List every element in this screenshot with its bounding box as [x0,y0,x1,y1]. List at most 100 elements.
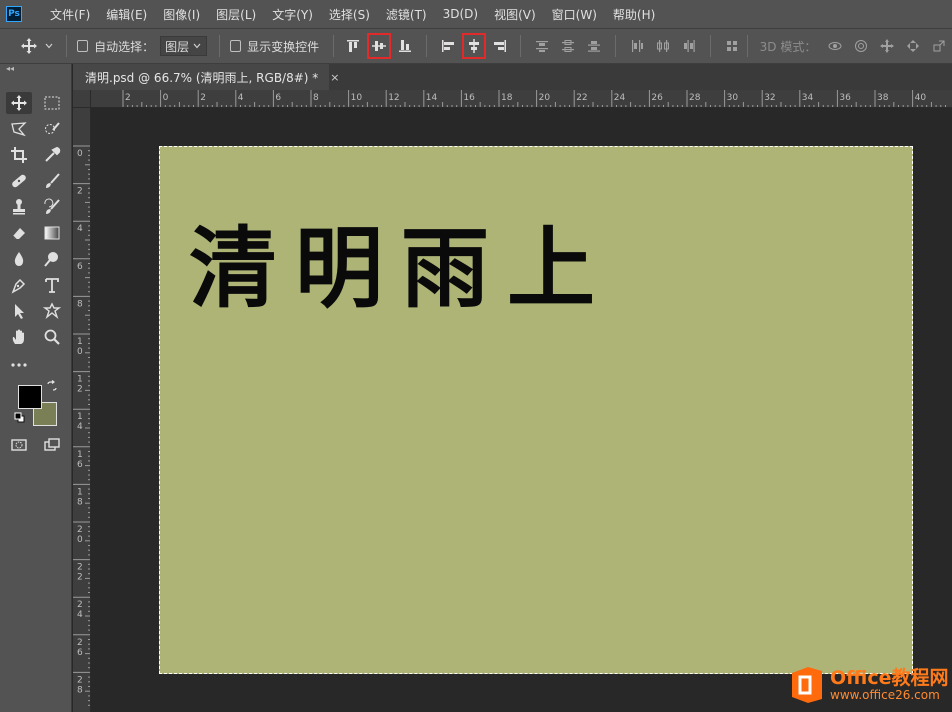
menu-window[interactable]: 窗口(W) [544,6,605,23]
distribute-right-button[interactable] [677,33,701,59]
crop-tool[interactable] [6,144,32,166]
ruler-origin[interactable] [73,90,91,108]
menu-image[interactable]: 图像(I) [155,6,208,23]
healing-brush-tool[interactable] [6,170,32,192]
menu-view[interactable]: 视图(V) [486,6,544,23]
edit-toolbar-button[interactable] [6,354,32,376]
show-transform-checkbox[interactable] [230,40,241,52]
canvas-workspace[interactable]: 清明雨上 [91,108,952,712]
3d-roll-button[interactable] [849,33,873,59]
menu-select[interactable]: 选择(S) [321,6,378,23]
clone-stamp-tool[interactable] [6,196,32,218]
brush-tool[interactable] [39,170,65,192]
menu-type[interactable]: 文字(Y) [264,6,321,23]
lasso-tool[interactable] [6,118,32,140]
custom-shape-tool[interactable] [39,300,65,322]
vertical-ruler[interactable]: 0246810121416182022242628 [73,108,91,712]
path-selection-tool[interactable] [6,300,32,322]
move-tool[interactable] [6,92,32,114]
polygonal-lasso-icon [10,120,28,138]
screen-mode-button[interactable] [39,434,65,456]
align-vertical-center-button[interactable] [367,33,391,59]
stamp-icon [10,198,28,216]
quick-mask-button[interactable] [6,434,32,456]
ruler-label: 16 [463,93,475,103]
marquee-tool[interactable] [39,92,65,114]
pen-icon [10,276,28,294]
rectangular-marquee-icon [43,94,61,112]
align-right-button[interactable] [488,33,512,59]
bandage-icon [10,172,28,190]
ruler-label: 4 [77,610,83,620]
ruler-label: 28 [689,93,701,103]
menu-3d[interactable]: 3D(D) [435,7,486,21]
distribute-bottom-button[interactable] [582,33,606,59]
ruler-label: 30 [727,93,739,103]
3d-scale-button[interactable] [927,33,951,59]
menu-filter[interactable]: 滤镜(T) [378,6,435,23]
history-brush-tool[interactable] [39,196,65,218]
menu-layer[interactable]: 图层(L) [208,6,264,23]
divider [615,35,616,57]
ruler-label: 12 [388,93,399,103]
zoom-tool[interactable] [39,326,65,348]
pen-tool[interactable] [6,274,32,296]
crop-icon [10,146,28,164]
horizontal-ruler[interactable]: 20246810121416182022242628303234363840 [91,90,952,108]
ruler-label: 40 [915,93,927,103]
divider [520,35,521,57]
menu-help[interactable]: 帮助(H) [605,6,663,23]
panel-collapse-toggle[interactable]: ◂◂ [0,64,71,74]
ruler-label: 8 [77,685,83,695]
3d-pan-button[interactable] [875,33,899,59]
menu-file[interactable]: 文件(F) [42,6,98,23]
auto-align-layers-button[interactable] [720,33,744,59]
move-tool-preset-picker[interactable] [14,32,60,60]
ruler-label: 2 [77,563,83,573]
align-bottom-button[interactable] [393,33,417,59]
ruler-label: 10 [351,93,363,103]
quick-selection-tool[interactable] [39,118,65,140]
align-horizontal-center-button[interactable] [462,33,486,59]
ruler-label: 4 [238,93,244,103]
ruler-label: 8 [313,93,319,103]
ruler-label: 2 [77,525,83,535]
dodge-tool[interactable] [39,248,65,270]
distribute-top-button[interactable] [530,33,554,59]
document-canvas[interactable]: 清明雨上 [159,146,913,674]
3d-slide-button[interactable] [901,33,925,59]
align-left-button[interactable] [436,33,460,59]
align-top-button[interactable] [341,33,365,59]
menu-bar: Ps 文件(F) 编辑(E) 图像(I) 图层(L) 文字(Y) 选择(S) 滤… [0,0,952,28]
roll-icon [853,38,869,54]
close-tab-icon[interactable]: × [330,71,339,84]
distribute-horizontal-center-button[interactable] [651,33,675,59]
3d-orbit-button[interactable] [823,33,847,59]
ruler-label: 0 [77,347,83,357]
watermark-url: www.office26.com [830,689,949,702]
gradient-tool[interactable] [39,222,65,244]
orbit-icon [827,38,843,54]
slide-icon [905,38,921,54]
menu-edit[interactable]: 编辑(E) [98,6,155,23]
eyedropper-tool[interactable] [39,144,65,166]
blur-tool[interactable] [6,248,32,270]
auto-select-checkbox[interactable] [77,40,88,52]
dodge-icon [43,250,61,268]
eraser-tool[interactable] [6,222,32,244]
distribute-left-button[interactable] [625,33,649,59]
align-horizontal-center-icon [466,38,482,54]
distribute-vertical-center-icon [560,38,576,54]
foreground-color-swatch[interactable] [18,385,42,409]
auto-select-dropdown[interactable]: 图层 [160,36,207,56]
distribute-vertical-center-button[interactable] [556,33,580,59]
canvas-text-layer[interactable]: 清明雨上 [189,224,613,312]
swap-colors-button[interactable] [46,380,58,392]
office-logo-icon [788,665,824,705]
default-colors-button[interactable] [14,412,26,424]
document-tab[interactable]: 清明.psd @ 66.7% (清明雨上, RGB/8#) * × [73,64,329,90]
ruler-label: 0 [77,535,83,545]
type-tool[interactable] [39,274,65,296]
hand-tool[interactable] [6,326,32,348]
show-transform-label: 显示变换控件 [247,38,319,55]
